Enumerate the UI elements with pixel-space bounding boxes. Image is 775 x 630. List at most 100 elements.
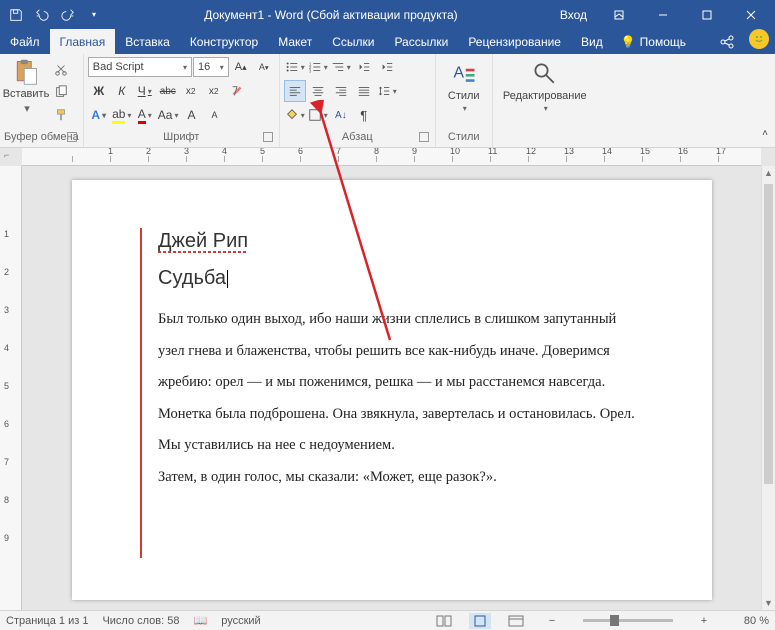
- styles-button[interactable]: A Стили▾: [440, 56, 488, 117]
- bullets-icon[interactable]: ▾: [284, 56, 306, 78]
- scroll-up-icon[interactable]: ▲: [762, 166, 775, 180]
- align-right-icon[interactable]: [330, 80, 352, 102]
- print-layout-icon[interactable]: [469, 613, 491, 629]
- doc-heading-2: Судьба: [158, 267, 640, 290]
- redo-icon[interactable]: [56, 3, 80, 27]
- font-size-combo[interactable]: 16▾: [193, 57, 229, 77]
- increase-indent-icon[interactable]: [376, 56, 398, 78]
- web-layout-icon[interactable]: [505, 613, 527, 629]
- font-color-icon[interactable]: A▾: [134, 104, 156, 126]
- font-name-combo[interactable]: Bad Script▾: [88, 57, 192, 77]
- decrease-indent-icon[interactable]: [353, 56, 375, 78]
- align-left-icon[interactable]: [284, 80, 306, 102]
- superscript-icon[interactable]: x2: [203, 80, 225, 102]
- close-icon[interactable]: [731, 0, 771, 29]
- numbering-icon[interactable]: 123▾: [307, 56, 329, 78]
- read-mode-icon[interactable]: [433, 613, 455, 629]
- grow-font2-icon[interactable]: A: [180, 104, 202, 126]
- window-title: Документ1 - Word (Сбой активации продукт…: [110, 8, 552, 22]
- share-button[interactable]: [711, 29, 743, 54]
- zoom-knob[interactable]: [610, 615, 619, 626]
- editing-button[interactable]: Редактирование▾: [497, 56, 593, 117]
- font-launcher[interactable]: [263, 132, 273, 142]
- grow-font-icon[interactable]: A▴: [230, 56, 252, 78]
- vertical-scrollbar[interactable]: ▲ ▼: [761, 166, 775, 610]
- tab-mailings[interactable]: Рассылки: [384, 29, 458, 54]
- lightbulb-icon: 💡: [621, 35, 636, 49]
- group-label-editing: [497, 131, 593, 147]
- strikethrough-button[interactable]: abc: [157, 80, 179, 102]
- show-marks-icon[interactable]: ¶: [353, 104, 375, 126]
- shrink-font2-icon[interactable]: A: [203, 104, 225, 126]
- tab-design[interactable]: Конструктор: [180, 29, 268, 54]
- cut-icon[interactable]: [50, 58, 72, 80]
- tab-view[interactable]: Вид: [571, 29, 613, 54]
- tab-layout[interactable]: Макет: [268, 29, 322, 54]
- status-page[interactable]: Страница 1 из 1: [6, 615, 88, 627]
- ribbon: Вставить ▾ Буфер обмена Bad Script▾ 16▾ …: [0, 54, 775, 148]
- doc-heading-1: Джей Рип: [158, 230, 640, 253]
- borders-icon[interactable]: ▾: [307, 104, 329, 126]
- minimize-icon[interactable]: [643, 0, 683, 29]
- vertical-ruler[interactable]: 123456789: [0, 166, 22, 610]
- bold-button[interactable]: Ж: [88, 80, 110, 102]
- collapse-ribbon-icon[interactable]: ˄: [754, 122, 775, 144]
- spellcheck-icon[interactable]: 📖: [194, 614, 208, 627]
- status-words[interactable]: Число слов: 58: [102, 615, 179, 627]
- justify-icon[interactable]: [353, 80, 375, 102]
- copy-icon[interactable]: [50, 81, 72, 103]
- feedback-smiley-icon[interactable]: [749, 29, 769, 49]
- change-case-icon[interactable]: Aa▾: [157, 104, 180, 126]
- svg-text:3: 3: [309, 68, 312, 73]
- font-name-value: Bad Script: [93, 61, 144, 73]
- title-bar: ▾ Документ1 - Word (Сбой активации проду…: [0, 0, 775, 29]
- sort-icon[interactable]: А↓: [330, 104, 352, 126]
- zoom-out-icon[interactable]: −: [541, 613, 563, 629]
- workspace: ⌐ 1234567891011121314151617 123456789 Дж…: [0, 148, 775, 610]
- clear-formatting-icon[interactable]: [226, 80, 248, 102]
- text-effects-icon[interactable]: A▾: [88, 104, 110, 126]
- underline-button[interactable]: Ч▾: [134, 80, 156, 102]
- zoom-slider[interactable]: [583, 619, 673, 622]
- change-bar: [140, 228, 142, 558]
- tell-me[interactable]: 💡 Помощь: [613, 29, 694, 54]
- tab-references[interactable]: Ссылки: [322, 29, 384, 54]
- maximize-icon[interactable]: [687, 0, 727, 29]
- tab-file[interactable]: Файл: [0, 29, 50, 54]
- undo-icon[interactable]: [30, 3, 54, 27]
- scroll-thumb[interactable]: [764, 184, 773, 484]
- qat-dropdown-icon[interactable]: ▾: [82, 3, 106, 27]
- group-label-clipboard: Буфер обмена: [4, 131, 79, 147]
- shading-icon[interactable]: ▾: [284, 104, 306, 126]
- sign-in-link[interactable]: Вход: [552, 8, 595, 22]
- align-center-icon[interactable]: [307, 80, 329, 102]
- status-bar: Страница 1 из 1 Число слов: 58 📖 русский…: [0, 610, 775, 630]
- shrink-font-icon[interactable]: A▾: [253, 56, 275, 78]
- scroll-down-icon[interactable]: ▼: [762, 596, 775, 610]
- paste-button[interactable]: Вставить ▾: [4, 56, 48, 117]
- clipboard-launcher[interactable]: [67, 132, 77, 142]
- tab-home[interactable]: Главная: [50, 29, 116, 54]
- zoom-in-icon[interactable]: +: [693, 613, 715, 629]
- horizontal-ruler[interactable]: 1234567891011121314151617: [22, 148, 761, 166]
- group-editing: Редактирование▾: [493, 54, 597, 147]
- paragraph-launcher[interactable]: [419, 132, 429, 142]
- group-label-paragraph: Абзац: [284, 131, 431, 147]
- tab-insert[interactable]: Вставка: [115, 29, 180, 54]
- ribbon-options-icon[interactable]: [599, 0, 639, 29]
- save-icon[interactable]: [4, 3, 28, 27]
- status-language[interactable]: русский: [221, 615, 260, 627]
- subscript-icon[interactable]: x2: [180, 80, 202, 102]
- tab-review[interactable]: Рецензирование: [458, 29, 571, 54]
- text-cursor: [227, 270, 228, 288]
- multilevel-list-icon[interactable]: ▾: [330, 56, 352, 78]
- group-clipboard: Вставить ▾ Буфер обмена: [0, 54, 84, 147]
- page[interactable]: Джей Рип Судьба Был только один выход, и…: [72, 180, 712, 600]
- group-styles: A Стили▾ Стили: [436, 54, 493, 147]
- zoom-percent[interactable]: 80 %: [729, 615, 769, 627]
- highlight-icon[interactable]: ab▾: [111, 104, 133, 126]
- format-painter-icon[interactable]: [50, 104, 72, 126]
- line-spacing-icon[interactable]: ▾: [376, 80, 398, 102]
- italic-button[interactable]: К: [111, 80, 133, 102]
- document-area[interactable]: Джей Рип Судьба Был только один выход, и…: [22, 166, 761, 610]
